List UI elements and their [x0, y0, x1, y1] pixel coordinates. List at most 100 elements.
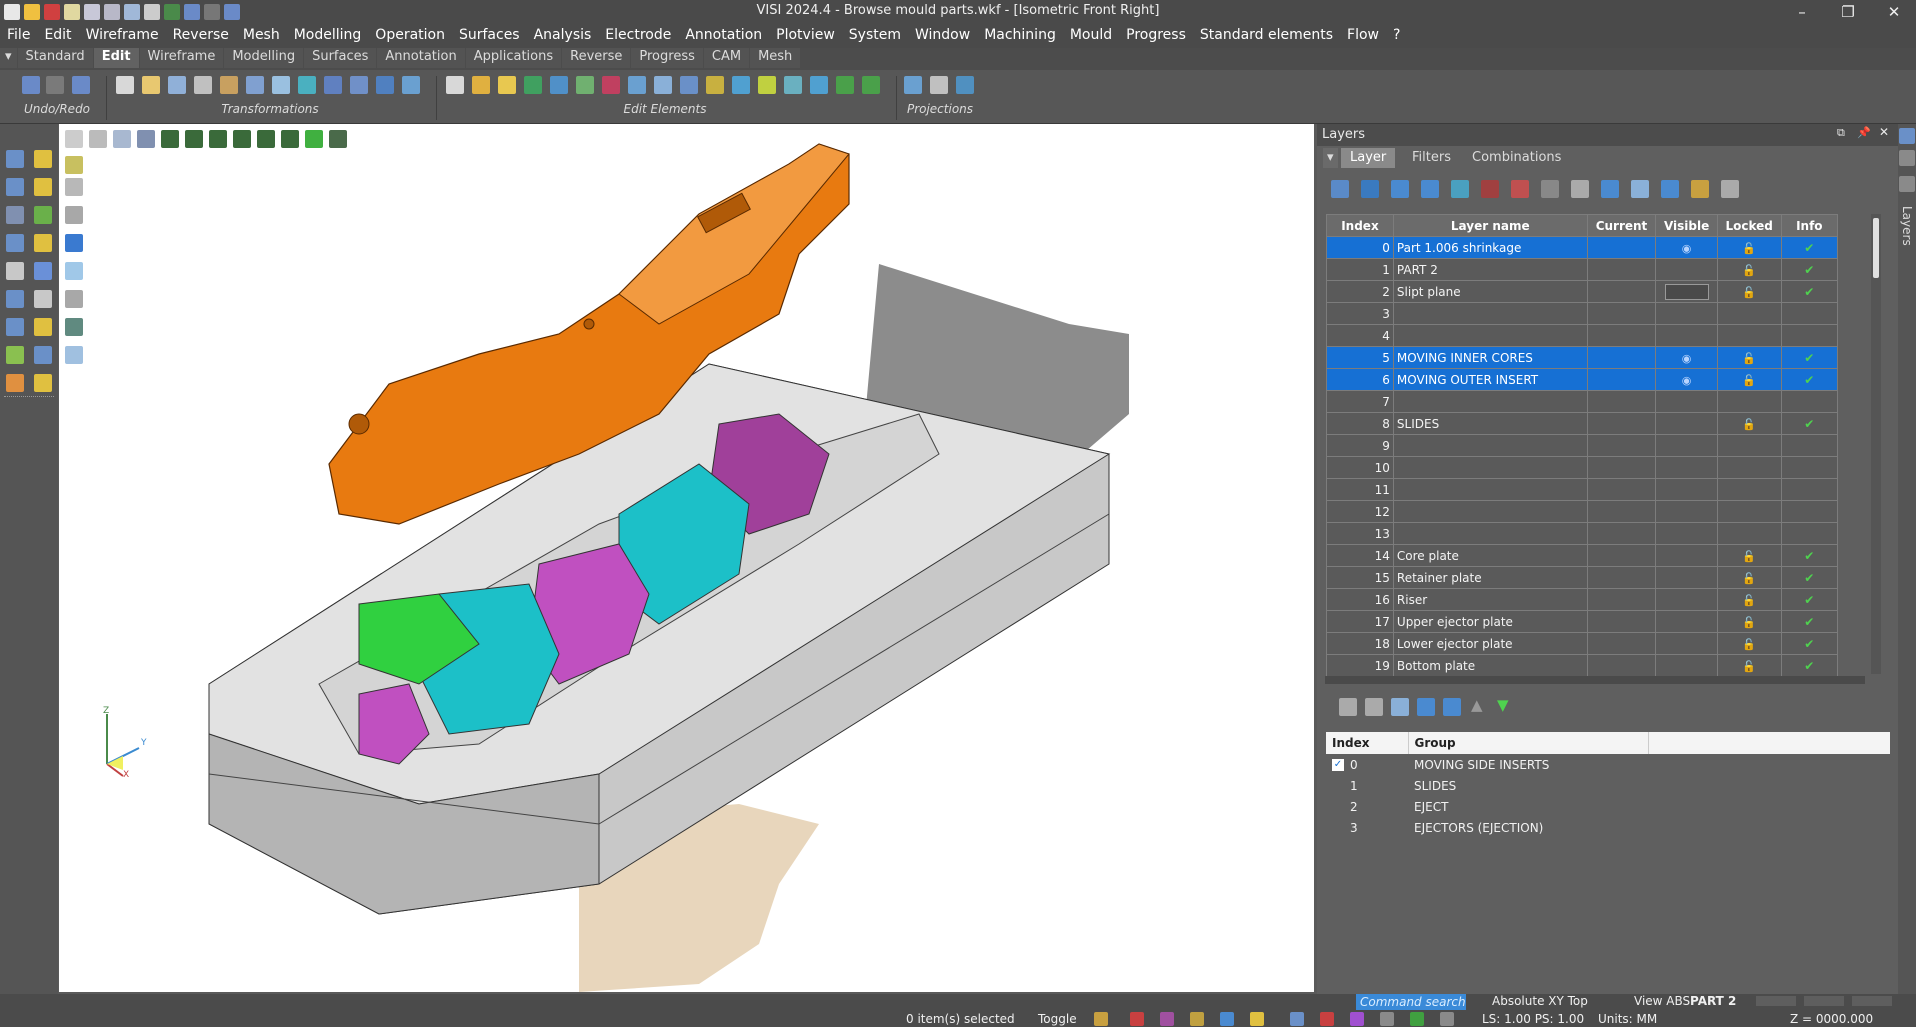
padlock-icon[interactable]: 🔓: [1742, 374, 1756, 387]
group-delete-icon[interactable]: [1391, 698, 1409, 716]
group-name[interactable]: EJECTORS (EJECTION): [1408, 817, 1648, 838]
group-hide-icon[interactable]: [1443, 698, 1461, 716]
layer-tree-icon[interactable]: [1691, 180, 1709, 198]
layer-current-cell[interactable]: [1586, 236, 1657, 259]
curve-edit-icon[interactable]: [810, 76, 828, 94]
layer-locked-cell[interactable]: 🔓: [1716, 346, 1782, 369]
3d-viewport[interactable]: Z Y X: [59, 124, 1314, 992]
group-row[interactable]: ✓ 0 MOVING SIDE INSERTS: [1326, 754, 1890, 775]
edit-points-icon[interactable]: [706, 76, 724, 94]
layer-current-cell[interactable]: [1586, 412, 1657, 435]
repeat-icon[interactable]: [72, 76, 90, 94]
status-grid-icon[interactable]: [1190, 1012, 1204, 1026]
layer-visible-cell[interactable]: [1655, 434, 1718, 457]
layer-name[interactable]: PART 2: [1392, 258, 1588, 281]
menu-plotview[interactable]: Plotview: [769, 24, 842, 43]
menu-window[interactable]: Window: [908, 24, 977, 43]
layer-current-cell[interactable]: [1586, 346, 1657, 369]
layer-info-cell[interactable]: [1780, 478, 1839, 501]
col-layer-name[interactable]: Layer name: [1392, 214, 1588, 237]
layer-info-cell[interactable]: [1780, 434, 1839, 457]
dock-layers-tab[interactable]: Layers: [1900, 206, 1914, 246]
layer-visible-cell[interactable]: [1655, 324, 1718, 347]
status-snap-icon[interactable]: [1130, 1012, 1144, 1026]
layer-current-cell[interactable]: [1586, 302, 1657, 325]
layer-name[interactable]: MOVING OUTER INSERT: [1392, 368, 1588, 391]
layer-row[interactable]: 7: [1326, 390, 1839, 413]
panel-close-icon[interactable]: ✕: [1879, 125, 1889, 139]
padlock-icon[interactable]: 🔓: [1742, 242, 1756, 255]
layer-locked-cell[interactable]: 🔓: [1716, 236, 1782, 259]
solid-edit-icon[interactable]: [862, 76, 880, 94]
layer-name[interactable]: [1392, 434, 1588, 457]
layer-info-cell[interactable]: ✔: [1780, 588, 1839, 611]
layer-name[interactable]: [1392, 302, 1588, 325]
layer-info-cell[interactable]: ✔: [1780, 280, 1839, 303]
layer-visible-cell[interactable]: [1655, 654, 1718, 677]
layer-on-icon[interactable]: [1391, 180, 1409, 198]
group-col-index[interactable]: Index: [1326, 732, 1409, 754]
padlock-icon[interactable]: 🔓: [1742, 594, 1756, 607]
visible-eye-icon[interactable]: ◉: [1682, 374, 1692, 387]
menu-modelling[interactable]: Modelling: [287, 24, 369, 43]
mirror-icon[interactable]: [220, 76, 238, 94]
group-show-icon[interactable]: [1417, 698, 1435, 716]
tab-annotation[interactable]: Annotation: [377, 48, 465, 68]
layer-info-cell[interactable]: [1780, 456, 1839, 479]
padlock-icon[interactable]: 🔓: [1742, 550, 1756, 563]
current-layer-indicator[interactable]: PART 2: [1690, 994, 1736, 1008]
layer-name[interactable]: Core plate: [1392, 544, 1588, 567]
col-info[interactable]: Info: [1780, 214, 1839, 237]
chamfer-icon[interactable]: [628, 76, 646, 94]
layer-locked-cell[interactable]: 🔓: [1716, 368, 1782, 391]
delete-icon[interactable]: [446, 76, 464, 94]
layer-visible-cell[interactable]: [1655, 390, 1718, 413]
group-col-group[interactable]: Group: [1408, 732, 1649, 754]
tab-modelling[interactable]: Modelling: [224, 48, 304, 68]
layer-name[interactable]: MOVING INNER CORES: [1392, 346, 1588, 369]
mould-icon[interactable]: [6, 374, 24, 392]
padlock-icon[interactable]: 🔓: [1742, 264, 1756, 277]
layer-row[interactable]: 6 MOVING OUTER INSERT ◉ 🔓 ✔: [1326, 368, 1839, 391]
pencil-icon[interactable]: [34, 178, 52, 196]
layer-locked-cell[interactable]: [1716, 522, 1782, 545]
visible-eye-icon[interactable]: ◉: [1682, 242, 1692, 255]
layer-info-cell[interactable]: [1780, 390, 1839, 413]
length-icon[interactable]: [732, 76, 750, 94]
redo-icon[interactable]: [46, 76, 64, 94]
group-row[interactable]: 1 SLIDES: [1326, 775, 1890, 796]
layer-locked-cell[interactable]: [1716, 500, 1782, 523]
layer-locked-cell[interactable]: 🔓: [1716, 588, 1782, 611]
move-up-icon[interactable]: ▲: [1471, 696, 1483, 714]
layer-info-cell[interactable]: ✔: [1780, 368, 1839, 391]
layer-current-cell[interactable]: [1586, 544, 1657, 567]
layer-info-cell[interactable]: ✔: [1780, 236, 1839, 259]
layer-name[interactable]: Slipt plane: [1392, 280, 1588, 303]
layer-name[interactable]: [1392, 478, 1588, 501]
padlock-icon[interactable]: 🔓: [1742, 572, 1756, 585]
layer-name[interactable]: [1392, 456, 1588, 479]
layer-row[interactable]: 14 Core plate 🔓 ✔: [1326, 544, 1839, 567]
tab-cam[interactable]: CAM: [703, 48, 750, 68]
restore-icon[interactable]: ❐: [1838, 2, 1858, 22]
layer-visible-cell[interactable]: [1655, 566, 1718, 589]
padlock-icon[interactable]: 🔓: [1742, 638, 1756, 651]
padlock-icon[interactable]: 🔓: [1742, 660, 1756, 673]
group-checkbox[interactable]: [1332, 780, 1344, 792]
layer-name[interactable]: [1392, 324, 1588, 347]
layer-name[interactable]: Upper ejector plate: [1392, 610, 1588, 633]
layer-visible-cell[interactable]: [1655, 522, 1718, 545]
layer-info-cell[interactable]: ✔: [1780, 544, 1839, 567]
layers-scroll-thumb[interactable]: [1873, 218, 1879, 278]
move-down-icon[interactable]: ▼: [1497, 696, 1509, 714]
layer-row[interactable]: 10: [1326, 456, 1839, 479]
layer-row[interactable]: 13: [1326, 522, 1839, 545]
layer-move-icon[interactable]: [1511, 180, 1529, 198]
reverse-direction-icon[interactable]: [784, 76, 802, 94]
layer-visible-cell[interactable]: [1655, 588, 1718, 611]
layer-name[interactable]: SLIDES: [1392, 412, 1588, 435]
layer-current-cell[interactable]: [1586, 654, 1657, 677]
layer-info-cell[interactable]: ✔: [1780, 654, 1839, 677]
tab-wireframe[interactable]: Wireframe: [139, 48, 224, 68]
layer-print-icon[interactable]: [1721, 180, 1739, 198]
